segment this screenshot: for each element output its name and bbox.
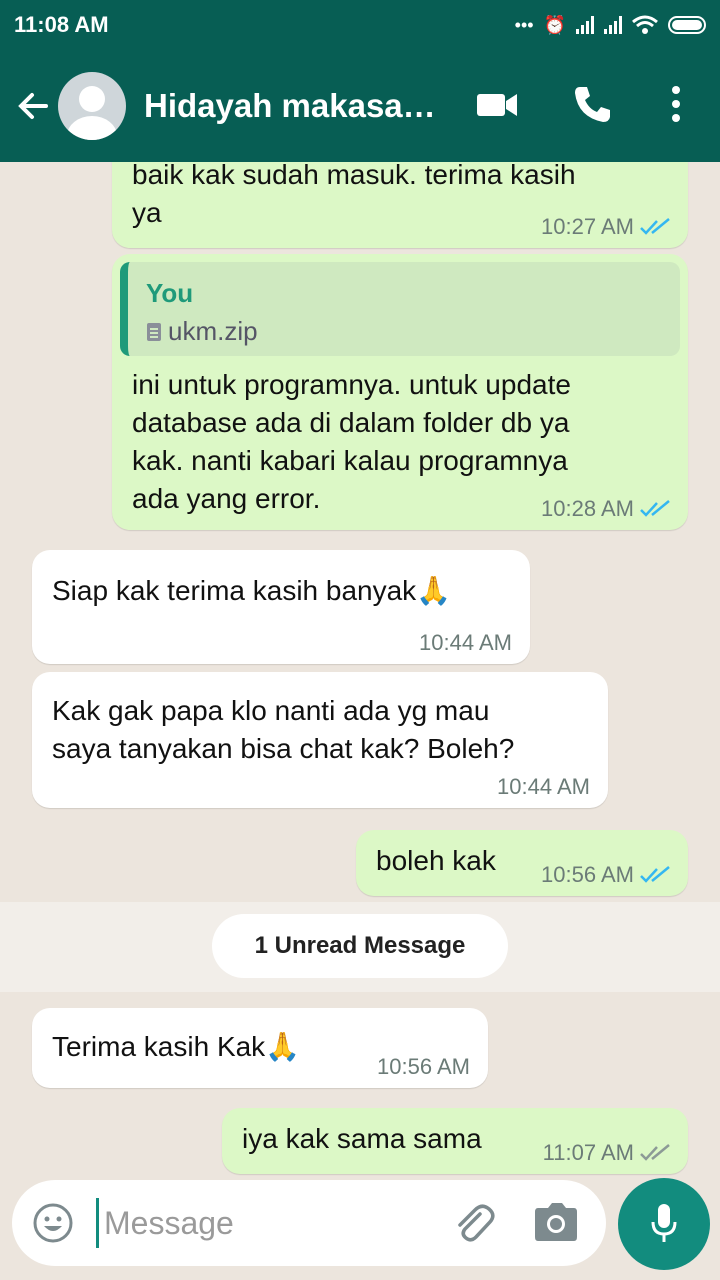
message-text: Kak gak papa klo nanti ada yg mau saya t… (52, 692, 514, 768)
chat-header: Hidayah makasa… (0, 50, 720, 162)
signal-icon (576, 16, 594, 34)
more-dots-icon: ••• (514, 14, 534, 35)
message-input[interactable] (102, 1194, 436, 1252)
delivered-ticks-icon (640, 1144, 670, 1161)
message-meta: 10:56 AM (377, 1054, 470, 1080)
message-bubble-outgoing[interactable]: iya kak sama sama 11:07 AM (222, 1108, 688, 1174)
message-line: Terima kasih Kak🙏 (52, 1031, 301, 1062)
message-time: 11:07 AM (542, 1140, 634, 1165)
message-bubble-incoming[interactable]: Terima kasih Kak🙏 10:56 AM (32, 1008, 488, 1088)
attachment-icon[interactable] (450, 1200, 496, 1246)
camera-icon[interactable] (534, 1202, 578, 1242)
quote-sender: You (146, 278, 194, 308)
battery-icon (668, 16, 706, 34)
message-meta: 10:27 AM (541, 214, 670, 240)
message-text: iya kak sama sama (242, 1120, 482, 1158)
message-time: 10:28 AM (541, 496, 634, 521)
message-line: baik kak sudah masuk. terima kasih (132, 162, 576, 190)
message-bubble-incoming[interactable]: Siap kak terima kasih banyak🙏 10:44 AM (32, 550, 530, 664)
text-cursor (96, 1198, 99, 1248)
message-text: ini untuk programnya. untuk update datab… (132, 366, 571, 518)
message-meta: 10:28 AM (541, 496, 670, 522)
message-time: 10:44 AM (419, 630, 512, 655)
mic-icon (651, 1204, 677, 1242)
message-bubble-outgoing[interactable]: boleh kak 10:56 AM (356, 830, 688, 896)
message-meta: 10:44 AM (497, 774, 590, 800)
message-time: 10:56 AM (377, 1054, 470, 1079)
quote-file-name: ukm.zip (168, 316, 258, 346)
message-line: ini untuk programnya. untuk update (132, 369, 571, 400)
message-line: ada yang error. (132, 483, 321, 514)
read-ticks-icon (640, 500, 670, 517)
phone-icon[interactable] (572, 84, 612, 124)
message-line: kak. nanti kabari kalau programnya (132, 445, 568, 476)
message-line: boleh kak (376, 845, 496, 876)
message-line: ya (132, 197, 162, 228)
message-meta: 10:56 AM (541, 862, 670, 888)
document-icon (147, 322, 161, 341)
message-meta: 10:44 AM (419, 630, 512, 656)
message-time: 10:27 AM (541, 214, 634, 239)
status-icons: ••• ⏰ (515, 15, 706, 36)
message-bubble-outgoing[interactable]: baik kak sudah masuk. terima kasih ya 10… (112, 162, 688, 248)
message-line: Siap kak terima kasih banyak🙏 (52, 575, 452, 606)
contact-name[interactable]: Hidayah makasa… (144, 87, 444, 125)
message-text: Siap kak terima kasih banyak🙏 (52, 572, 451, 610)
status-bar: 11:08 AM ••• ⏰ (0, 0, 720, 50)
quoted-message[interactable]: You ukm.zip (120, 262, 680, 356)
message-input-container[interactable] (12, 1180, 606, 1266)
message-line: saya tanyakan bisa chat kak? Boleh? (52, 733, 515, 764)
message-bubble-outgoing[interactable]: You ukm.zip ini untuk programnya. untuk … (112, 254, 688, 530)
mic-button[interactable] (618, 1178, 710, 1270)
message-meta: 11:07 AM (543, 1140, 670, 1166)
read-ticks-icon (640, 866, 670, 883)
message-line: database ada di dalam folder db ya (132, 407, 570, 438)
unread-banner: 1 Unread Message (212, 914, 508, 978)
chat-area[interactable]: baik kak sudah masuk. terima kasih ya 10… (0, 162, 720, 1180)
more-options-icon[interactable] (668, 84, 684, 124)
status-time: 11:08 AM (14, 12, 109, 37)
signal-2-icon (604, 16, 622, 34)
message-line: Kak gak papa klo nanti ada yg mau (52, 695, 490, 726)
quote-file: ukm.zip (146, 316, 258, 347)
read-ticks-icon (640, 218, 670, 235)
message-text: Terima kasih Kak🙏 (52, 1028, 300, 1066)
emoji-icon[interactable] (32, 1202, 74, 1244)
message-time: 10:56 AM (541, 862, 634, 887)
message-text: baik kak sudah masuk. terima kasih ya (132, 162, 576, 232)
message-time: 10:44 AM (497, 774, 590, 799)
video-call-icon[interactable] (476, 84, 518, 124)
avatar[interactable] (58, 72, 126, 140)
back-arrow-icon[interactable] (16, 88, 52, 124)
message-text: boleh kak (376, 842, 496, 880)
message-bubble-incoming[interactable]: Kak gak papa klo nanti ada yg mau saya t… (32, 672, 608, 808)
wifi-icon (632, 15, 658, 34)
alarm-icon: ⏰ (543, 14, 566, 35)
input-bar (0, 1178, 720, 1280)
message-line: iya kak sama sama (242, 1123, 482, 1154)
